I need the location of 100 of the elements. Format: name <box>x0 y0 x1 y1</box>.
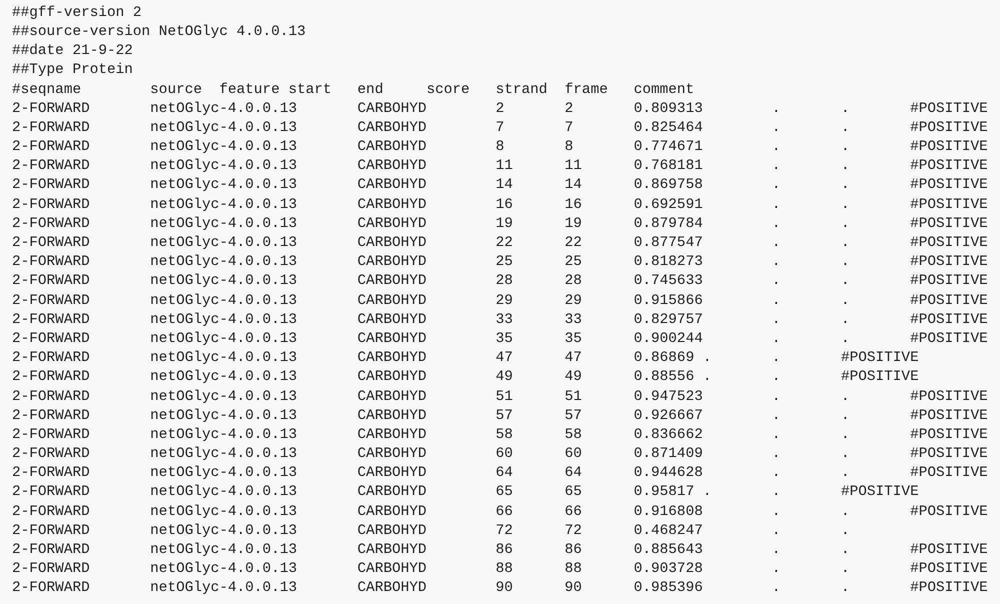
table-cell: 25 <box>564 254 582 270</box>
table-cell: . <box>772 235 781 252</box>
table-cell: #POSITIVE <box>910 292 988 309</box>
table-cell: 2-FORWARD <box>12 196 90 213</box>
table-cell: 88 <box>564 561 582 578</box>
column-header: comment <box>634 82 694 98</box>
table-cell: #POSITIVE <box>910 330 988 347</box>
table-cell: 2-FORWARD <box>12 426 90 443</box>
table-cell: 2-FORWARD <box>12 484 90 500</box>
table-cell: 0.95817 <box>634 484 694 500</box>
table-cell: 19 <box>564 216 582 232</box>
table-cell: CARBOHYD <box>357 120 427 136</box>
table-cell: . <box>772 100 781 117</box>
table-cell: 66 <box>496 504 513 520</box>
table-cell: CARBOHYD <box>357 465 427 482</box>
table-cell: #POSITIVE <box>910 120 988 136</box>
table-cell: #POSITIVE <box>910 408 988 424</box>
column-header: end <box>357 82 384 98</box>
table-cell: 0.869758 <box>634 177 703 194</box>
column-header: score <box>426 82 470 98</box>
table-cell: . <box>772 312 781 328</box>
table-cell: #POSITIVE <box>840 350 919 366</box>
table-cell: . <box>772 196 781 213</box>
table-cell: #POSITIVE <box>910 388 988 405</box>
table-cell: . <box>841 522 850 539</box>
table-cell: 8 <box>564 139 574 156</box>
table-cell: netOGlyc-4.0.0.13 <box>150 542 297 558</box>
table-cell: CARBOHYD <box>357 522 427 539</box>
table-cell: netOGlyc-4.0.0.13 <box>150 446 297 462</box>
table-cell: 28 <box>564 273 582 290</box>
table-cell: . <box>772 330 781 347</box>
table-cell: #POSITIVE <box>910 177 988 194</box>
table-cell: . <box>841 273 850 290</box>
table-cell: 11 <box>564 158 582 174</box>
table-cell: CARBOHYD <box>357 426 427 443</box>
table-cell: netOGlyc-4.0.0.13 <box>150 216 297 232</box>
table-cell: . <box>772 408 781 424</box>
table-cell: . <box>841 504 850 520</box>
table-cell: 29 <box>496 292 513 309</box>
table-cell: 0.825464 <box>634 120 703 136</box>
table-cell: 2-FORWARD <box>12 177 90 194</box>
table-cell: CARBOHYD <box>357 139 427 156</box>
table-cell: 0.829757 <box>634 312 703 328</box>
table-cell: 0.900244 <box>634 330 703 347</box>
table-cell: 2-FORWARD <box>12 273 90 290</box>
table-cell: #POSITIVE <box>910 216 988 232</box>
table-cell: 2-FORWARD <box>12 369 90 386</box>
table-cell: . <box>841 254 850 270</box>
table-cell: 86 <box>564 542 582 558</box>
table-cell: CARBOHYD <box>357 158 427 174</box>
table-cell: CARBOHYD <box>357 273 427 290</box>
header-line: ##gff-version 2 <box>12 4 142 23</box>
table-cell: . <box>772 446 781 462</box>
table-cell: . <box>841 426 850 443</box>
table-cell: . <box>841 312 850 328</box>
table-cell: . <box>841 120 850 136</box>
table-cell: #POSITIVE <box>910 580 988 596</box>
table-cell: #POSITIVE <box>910 254 988 270</box>
table-cell: 2-FORWARD <box>12 330 90 347</box>
column-header: source <box>150 82 202 98</box>
table-cell: netOGlyc-4.0.0.13 <box>150 177 297 194</box>
table-cell: . <box>772 369 781 386</box>
table-cell: . <box>772 561 781 578</box>
table-cell: netOGlyc-4.0.0.13 <box>150 139 297 156</box>
table-cell: . <box>841 235 850 252</box>
table-cell: . <box>772 388 781 405</box>
table-cell: 0.768181 <box>634 158 703 174</box>
table-cell: CARBOHYD <box>357 100 427 117</box>
table-cell: 60 <box>564 446 582 462</box>
table-cell: . <box>772 139 781 156</box>
table-cell: . <box>772 484 781 500</box>
table-cell: #POSITIVE <box>840 369 919 386</box>
table-cell: 51 <box>496 388 513 405</box>
table-cell: 0.774671 <box>634 139 703 156</box>
table-cell: 22 <box>496 235 513 252</box>
table-cell: CARBOHYD <box>357 330 427 347</box>
table-cell: 57 <box>564 408 582 424</box>
table-cell: 47 <box>564 350 582 366</box>
table-cell: 90 <box>564 580 582 596</box>
table-cell: 28 <box>496 273 513 290</box>
table-cell: 8 <box>496 139 504 156</box>
table-cell: . <box>841 388 850 405</box>
table-cell: 25 <box>496 254 513 270</box>
header-line: ##Type Protein <box>12 61 133 80</box>
table-cell: CARBOHYD <box>357 446 427 462</box>
column-header: strand <box>496 82 548 98</box>
column-header: frame <box>564 82 608 98</box>
table-cell: . <box>772 504 781 520</box>
table-cell: . <box>772 254 781 270</box>
table-cell: 35 <box>496 330 513 347</box>
table-cell: . <box>772 426 781 443</box>
column-header: feature start <box>219 82 332 98</box>
table-cell: netOGlyc-4.0.0.13 <box>150 330 297 347</box>
table-cell: 33 <box>564 312 582 328</box>
table-cell: 0.86869 <box>634 350 694 366</box>
table-cell: CARBOHYD <box>357 580 427 596</box>
column-header: #seqname <box>12 82 82 98</box>
table-cell: #POSITIVE <box>910 158 988 174</box>
table-cell: 35 <box>564 330 582 347</box>
table-cell: netOGlyc-4.0.0.13 <box>150 522 297 539</box>
